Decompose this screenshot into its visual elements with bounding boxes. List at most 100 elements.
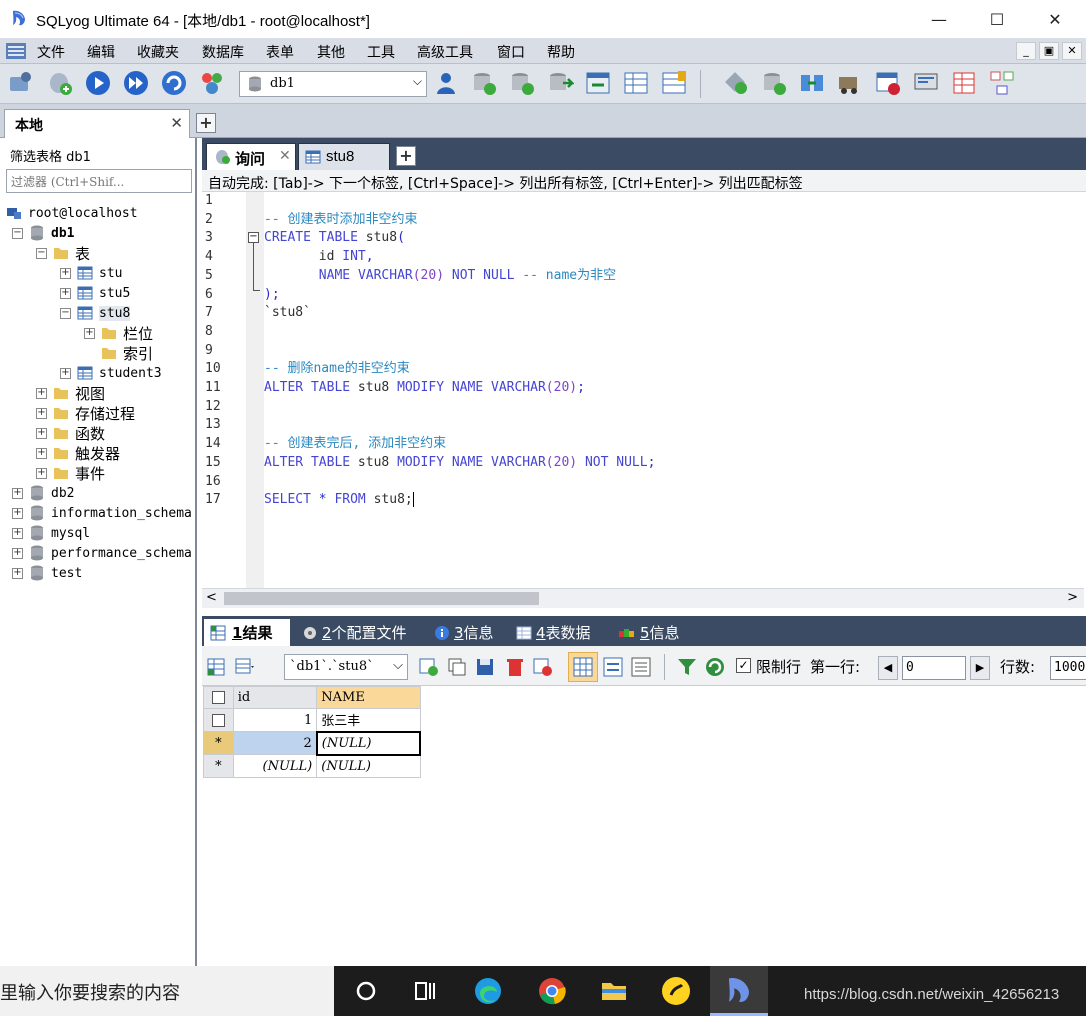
tab-close-icon[interactable]: ✕	[279, 148, 291, 164]
expand-icon[interactable]: +	[60, 267, 71, 279]
insert-row-icon[interactable]	[418, 656, 440, 678]
task-view-icon[interactable]	[410, 975, 442, 1007]
collapse-icon[interactable]: −	[36, 247, 47, 259]
refresh-object-icon[interactable]	[160, 69, 188, 97]
query-builder-icon[interactable]	[950, 69, 978, 97]
sqlyog-taskbar-button[interactable]	[710, 966, 768, 1016]
backup-icon[interactable]	[546, 69, 574, 97]
execute-query-icon[interactable]	[84, 69, 112, 97]
tree-tables-folder[interactable]: − 表	[36, 243, 90, 263]
collapse-icon[interactable]: −	[12, 227, 23, 239]
menu-favorites[interactable]: 收藏夹	[137, 42, 179, 62]
scroll-left-icon[interactable]: <	[206, 590, 217, 605]
taskbar-search-box[interactable]: 里输入你要搜索的内容	[0, 966, 334, 1016]
mdi-minimize-button[interactable]: _	[1016, 42, 1036, 60]
music-app-icon[interactable]	[660, 975, 692, 1007]
collapse-icon[interactable]: −	[60, 307, 71, 319]
limit-rows-checkbox[interactable]: ✓	[736, 658, 751, 673]
tree-db1[interactable]: − db1	[12, 223, 74, 243]
filter-icon[interactable]	[676, 656, 698, 678]
expand-icon[interactable]: +	[12, 507, 23, 519]
sync-icon[interactable]	[722, 69, 750, 97]
app-menu-icon[interactable]	[4, 41, 28, 61]
tree-test[interactable]: + test	[12, 563, 82, 583]
text-view-icon[interactable]	[630, 656, 652, 678]
expand-icon[interactable]: +	[60, 367, 71, 379]
table-row[interactable]: 1 张三丰	[203, 708, 421, 732]
execute-all-icon[interactable]	[122, 69, 150, 97]
expand-icon[interactable]: +	[84, 327, 95, 339]
tree-events-folder[interactable]: + 事件	[36, 463, 105, 483]
maximize-button[interactable]: ☐	[968, 0, 1026, 38]
create-table-icon[interactable]	[508, 69, 536, 97]
menu-help[interactable]: 帮助	[547, 42, 575, 62]
tree-procedures-folder[interactable]: + 存储过程	[36, 403, 135, 423]
column-header-id[interactable]: id	[232, 686, 318, 709]
menu-advanced-tools[interactable]: 高级工具	[417, 42, 473, 62]
expand-icon[interactable]: +	[36, 387, 47, 399]
tree-information-schema[interactable]: + information_schema	[12, 503, 192, 523]
menu-other[interactable]: 其他	[317, 42, 345, 62]
tree-table-stu5[interactable]: + stu5	[60, 283, 130, 303]
select-all-checkbox[interactable]	[203, 686, 234, 709]
table-properties-icon[interactable]	[660, 69, 688, 97]
row-marker[interactable]: *	[203, 754, 234, 778]
tab-info[interactable]: 5 信息	[612, 619, 696, 646]
prev-page-button[interactable]: ◀	[878, 656, 898, 680]
import-icon[interactable]	[584, 69, 612, 97]
cell-id[interactable]: 1	[232, 708, 318, 732]
tree-functions-folder[interactable]: + 函数	[36, 423, 105, 443]
menu-edit[interactable]: 编辑	[87, 42, 115, 62]
expand-icon[interactable]: +	[36, 427, 47, 439]
menu-database[interactable]: 数据库	[202, 42, 244, 62]
cell-name[interactable]: (NULL)	[315, 730, 422, 756]
schema-design-icon[interactable]	[988, 69, 1016, 97]
tree-mysql[interactable]: + mysql	[12, 523, 90, 543]
database-select[interactable]: db1 ⌵	[239, 71, 427, 97]
tree-root-connection[interactable]: root@localhost	[6, 203, 138, 223]
job-agent-icon[interactable]	[836, 69, 864, 97]
cortana-icon[interactable]	[350, 975, 382, 1007]
new-connection-icon[interactable]	[6, 69, 34, 97]
menu-window[interactable]: 窗口	[497, 42, 525, 62]
tree-db2[interactable]: + db2	[12, 483, 74, 503]
create-database-icon[interactable]	[470, 69, 498, 97]
menu-file[interactable]: 文件	[37, 42, 65, 62]
cell-id[interactable]: (NULL)	[232, 754, 318, 778]
new-connection-tab-button[interactable]: +	[196, 113, 216, 133]
expand-icon[interactable]: +	[12, 567, 23, 579]
connection-tab[interactable]: 本地 ✕	[4, 109, 190, 138]
export-dropdown-icon[interactable]	[234, 656, 256, 678]
expand-icon[interactable]: +	[36, 407, 47, 419]
scrollbar-thumb[interactable]	[224, 592, 539, 605]
close-button[interactable]: ✕	[1026, 0, 1084, 38]
schema-designer-icon[interactable]	[198, 69, 226, 97]
cell-id[interactable]: 2	[232, 731, 318, 755]
tree-views-folder[interactable]: + 视图	[36, 383, 105, 403]
result-table-select[interactable]: `db1`.`stu8` ⌵	[284, 654, 408, 680]
mdi-restore-button[interactable]: ▣	[1039, 42, 1059, 60]
expand-icon[interactable]: +	[36, 467, 47, 479]
cancel-changes-icon[interactable]	[532, 656, 554, 678]
expand-icon[interactable]: +	[60, 287, 71, 299]
tree-table-student3[interactable]: + student3	[60, 363, 162, 383]
connection-close-icon[interactable]: ✕	[170, 114, 183, 132]
minimize-button[interactable]: —	[910, 0, 968, 38]
expand-icon[interactable]: +	[12, 487, 23, 499]
tree-table-stu8[interactable]: − stu8	[60, 303, 131, 323]
table-row[interactable]: * 2 (NULL)	[203, 730, 422, 756]
expand-icon[interactable]: +	[12, 527, 23, 539]
duplicate-row-icon[interactable]	[446, 656, 468, 678]
cell-name[interactable]: 张三丰	[316, 708, 421, 732]
file-explorer-icon[interactable]	[598, 975, 630, 1007]
form-view-icon[interactable]	[602, 656, 624, 678]
tab-results[interactable]: 1 结果	[204, 619, 290, 646]
tree-performance-schema[interactable]: + performance_schema	[12, 543, 192, 563]
row-marker[interactable]: *	[203, 731, 234, 755]
column-header-name[interactable]: NAME	[316, 686, 421, 709]
cell-name[interactable]: (NULL)	[316, 754, 421, 778]
edge-browser-icon[interactable]	[472, 975, 504, 1007]
tree-stu8-columns[interactable]: + 栏位	[84, 323, 153, 343]
menu-table[interactable]: 表单	[266, 42, 294, 62]
next-page-button[interactable]: ▶	[970, 656, 990, 680]
